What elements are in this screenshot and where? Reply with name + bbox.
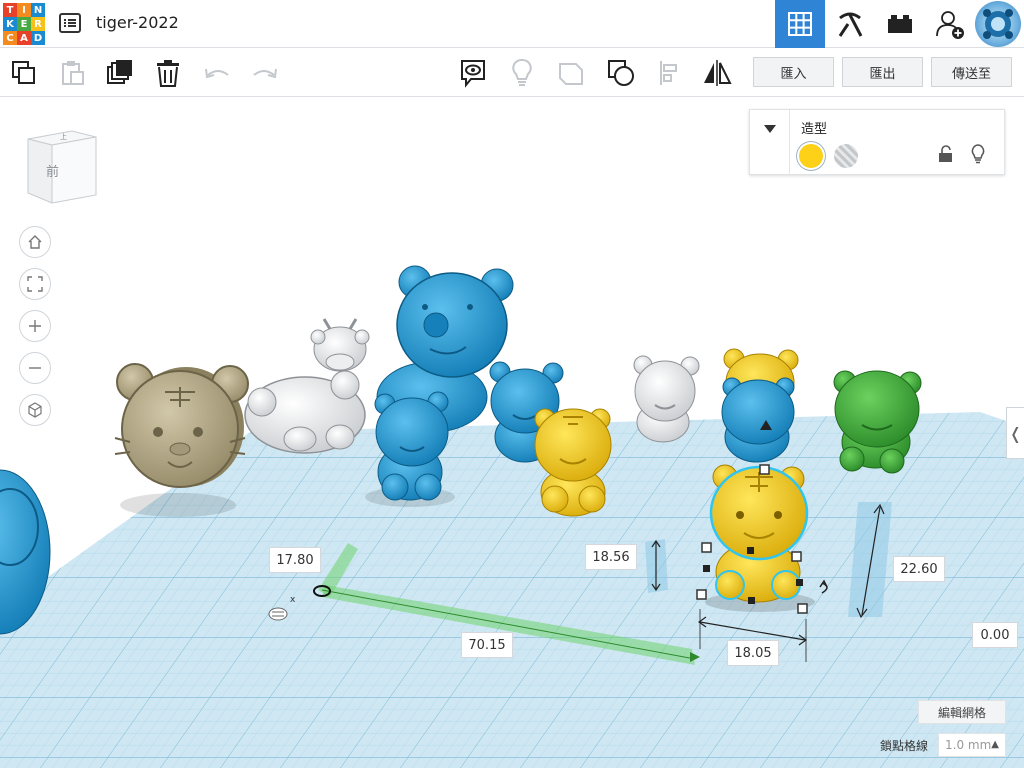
svg-text:上: 上 — [60, 132, 67, 141]
tab-3d-design[interactable] — [775, 0, 825, 48]
cube-icon — [28, 402, 42, 418]
plus-icon — [29, 320, 41, 332]
zoom-in-button[interactable] — [19, 310, 51, 342]
align-icon — [660, 61, 677, 85]
group-icon — [559, 63, 583, 85]
total-height-label[interactable]: 22.60 — [893, 556, 945, 582]
avatar-image — [983, 9, 1013, 39]
align-button[interactable] — [655, 58, 685, 88]
edit-grid-button[interactable]: 編輯網格 — [918, 700, 1006, 724]
workplane-scene[interactable]: x — [0, 97, 1024, 768]
mirror-icon — [704, 60, 732, 86]
view-cube[interactable]: 上 前 — [22, 127, 100, 207]
lock-button[interactable] — [937, 142, 955, 166]
snap-grid-label: 鎖點格線 — [880, 739, 929, 753]
duplicate-icon — [107, 60, 132, 84]
unlock-icon — [939, 145, 952, 162]
brick-icon — [888, 15, 912, 33]
grid-view-icon — [788, 12, 812, 36]
undo-button[interactable] — [202, 58, 232, 88]
y-offset-label[interactable]: 17.80 — [269, 547, 321, 573]
perspective-toggle-button[interactable] — [19, 394, 51, 426]
avatar[interactable] — [975, 1, 1021, 47]
blue-tiger-small-3[interactable] — [721, 377, 795, 463]
logo-letter: E — [17, 17, 31, 31]
paste-icon — [62, 61, 84, 85]
yellow-tiger-figure[interactable] — [534, 408, 612, 517]
list-icon — [59, 13, 81, 33]
ungroup-icon — [608, 60, 634, 86]
lightbulb-icon — [512, 58, 532, 86]
add-user-icon — [936, 11, 964, 39]
home-icon — [28, 235, 42, 249]
logo-letter: K — [3, 17, 17, 31]
logo-letter: N — [31, 3, 45, 17]
lightbulb-icon — [971, 144, 985, 164]
fit-icon — [27, 276, 43, 292]
group-button[interactable] — [556, 58, 586, 88]
copy-button[interactable] — [9, 58, 39, 88]
white-cow-figure[interactable] — [244, 318, 370, 454]
hide-button[interactable] — [969, 142, 987, 166]
show-all-button[interactable] — [507, 58, 537, 88]
triangle-down-icon — [763, 125, 776, 133]
logo-letter: T — [3, 3, 17, 17]
solid-color-swatch[interactable] — [799, 144, 823, 168]
elevation-label[interactable]: 0.00 — [972, 622, 1018, 648]
shape-inspector: 造型 — [749, 109, 1005, 175]
import-button[interactable]: 匯入 — [753, 57, 834, 87]
x-offset-label[interactable]: 70.15 — [461, 632, 513, 658]
inspector-collapse-button[interactable] — [750, 110, 790, 174]
redo-button[interactable] — [250, 58, 280, 88]
svg-text:x: x — [290, 595, 296, 605]
fit-view-button[interactable] — [19, 268, 51, 300]
design-title[interactable]: tiger-2022 — [96, 13, 179, 32]
logo-letter: I — [17, 3, 31, 17]
width-label[interactable]: 18.05 — [727, 640, 779, 666]
export-button[interactable]: 匯出 — [842, 57, 923, 87]
blue-tiger-small-1[interactable] — [374, 391, 449, 501]
minus-icon — [29, 367, 41, 369]
logo-letter: A — [17, 31, 31, 45]
chevron-left-icon: ❬ — [1008, 423, 1023, 443]
add-user-button[interactable] — [925, 0, 975, 48]
zoom-out-button[interactable] — [19, 352, 51, 384]
delete-button[interactable] — [153, 58, 183, 88]
paste-button[interactable] — [57, 58, 87, 88]
inspector-title: 造型 — [801, 122, 828, 137]
undo-icon — [205, 68, 229, 79]
tab-blocks[interactable] — [825, 0, 875, 48]
snap-grid-value: 1.0 mm — [945, 738, 992, 752]
mirror-button[interactable] — [702, 58, 732, 88]
redo-icon — [253, 68, 277, 79]
duplicate-button[interactable] — [105, 58, 135, 88]
view-cube-shape: 上 — [27, 130, 97, 204]
pickaxe-icon — [838, 12, 863, 37]
logo-letter: C — [3, 31, 17, 45]
ungroup-button[interactable] — [606, 58, 636, 88]
send-to-button[interactable]: 傳送至 — [931, 57, 1012, 87]
logo-letter: R — [31, 17, 45, 31]
speech-eye-icon — [461, 60, 485, 88]
design-list-button[interactable] — [58, 11, 82, 35]
home-view-button[interactable] — [19, 226, 51, 258]
copy-icon — [12, 61, 35, 84]
logo-letter: D — [31, 31, 45, 45]
height-readout-label[interactable]: 18.56 — [585, 544, 637, 570]
workplane-viewport[interactable]: x 上 前 造型 ❬ 17.80 18.56 22.60 70.15 18.05… — [0, 97, 1024, 768]
shapes-panel-toggle[interactable]: ❬ — [1006, 407, 1024, 459]
top-bar: T I N K E R C A D tiger-2022 — [0, 0, 1024, 48]
notes-button[interactable] — [458, 58, 488, 88]
tinkercad-logo[interactable]: T I N K E R C A D — [3, 3, 45, 45]
toolbar: 匯入 匯出 傳送至 — [0, 49, 1024, 97]
snap-grid-select[interactable]: 1.0 mm ▲ — [938, 733, 1006, 757]
view-cube-front-label: 前 — [46, 165, 60, 180]
tab-bricks[interactable] — [875, 0, 925, 48]
caret-up-icon: ▲ — [991, 739, 999, 750]
trash-icon — [157, 60, 179, 87]
hole-swatch[interactable] — [834, 144, 858, 168]
